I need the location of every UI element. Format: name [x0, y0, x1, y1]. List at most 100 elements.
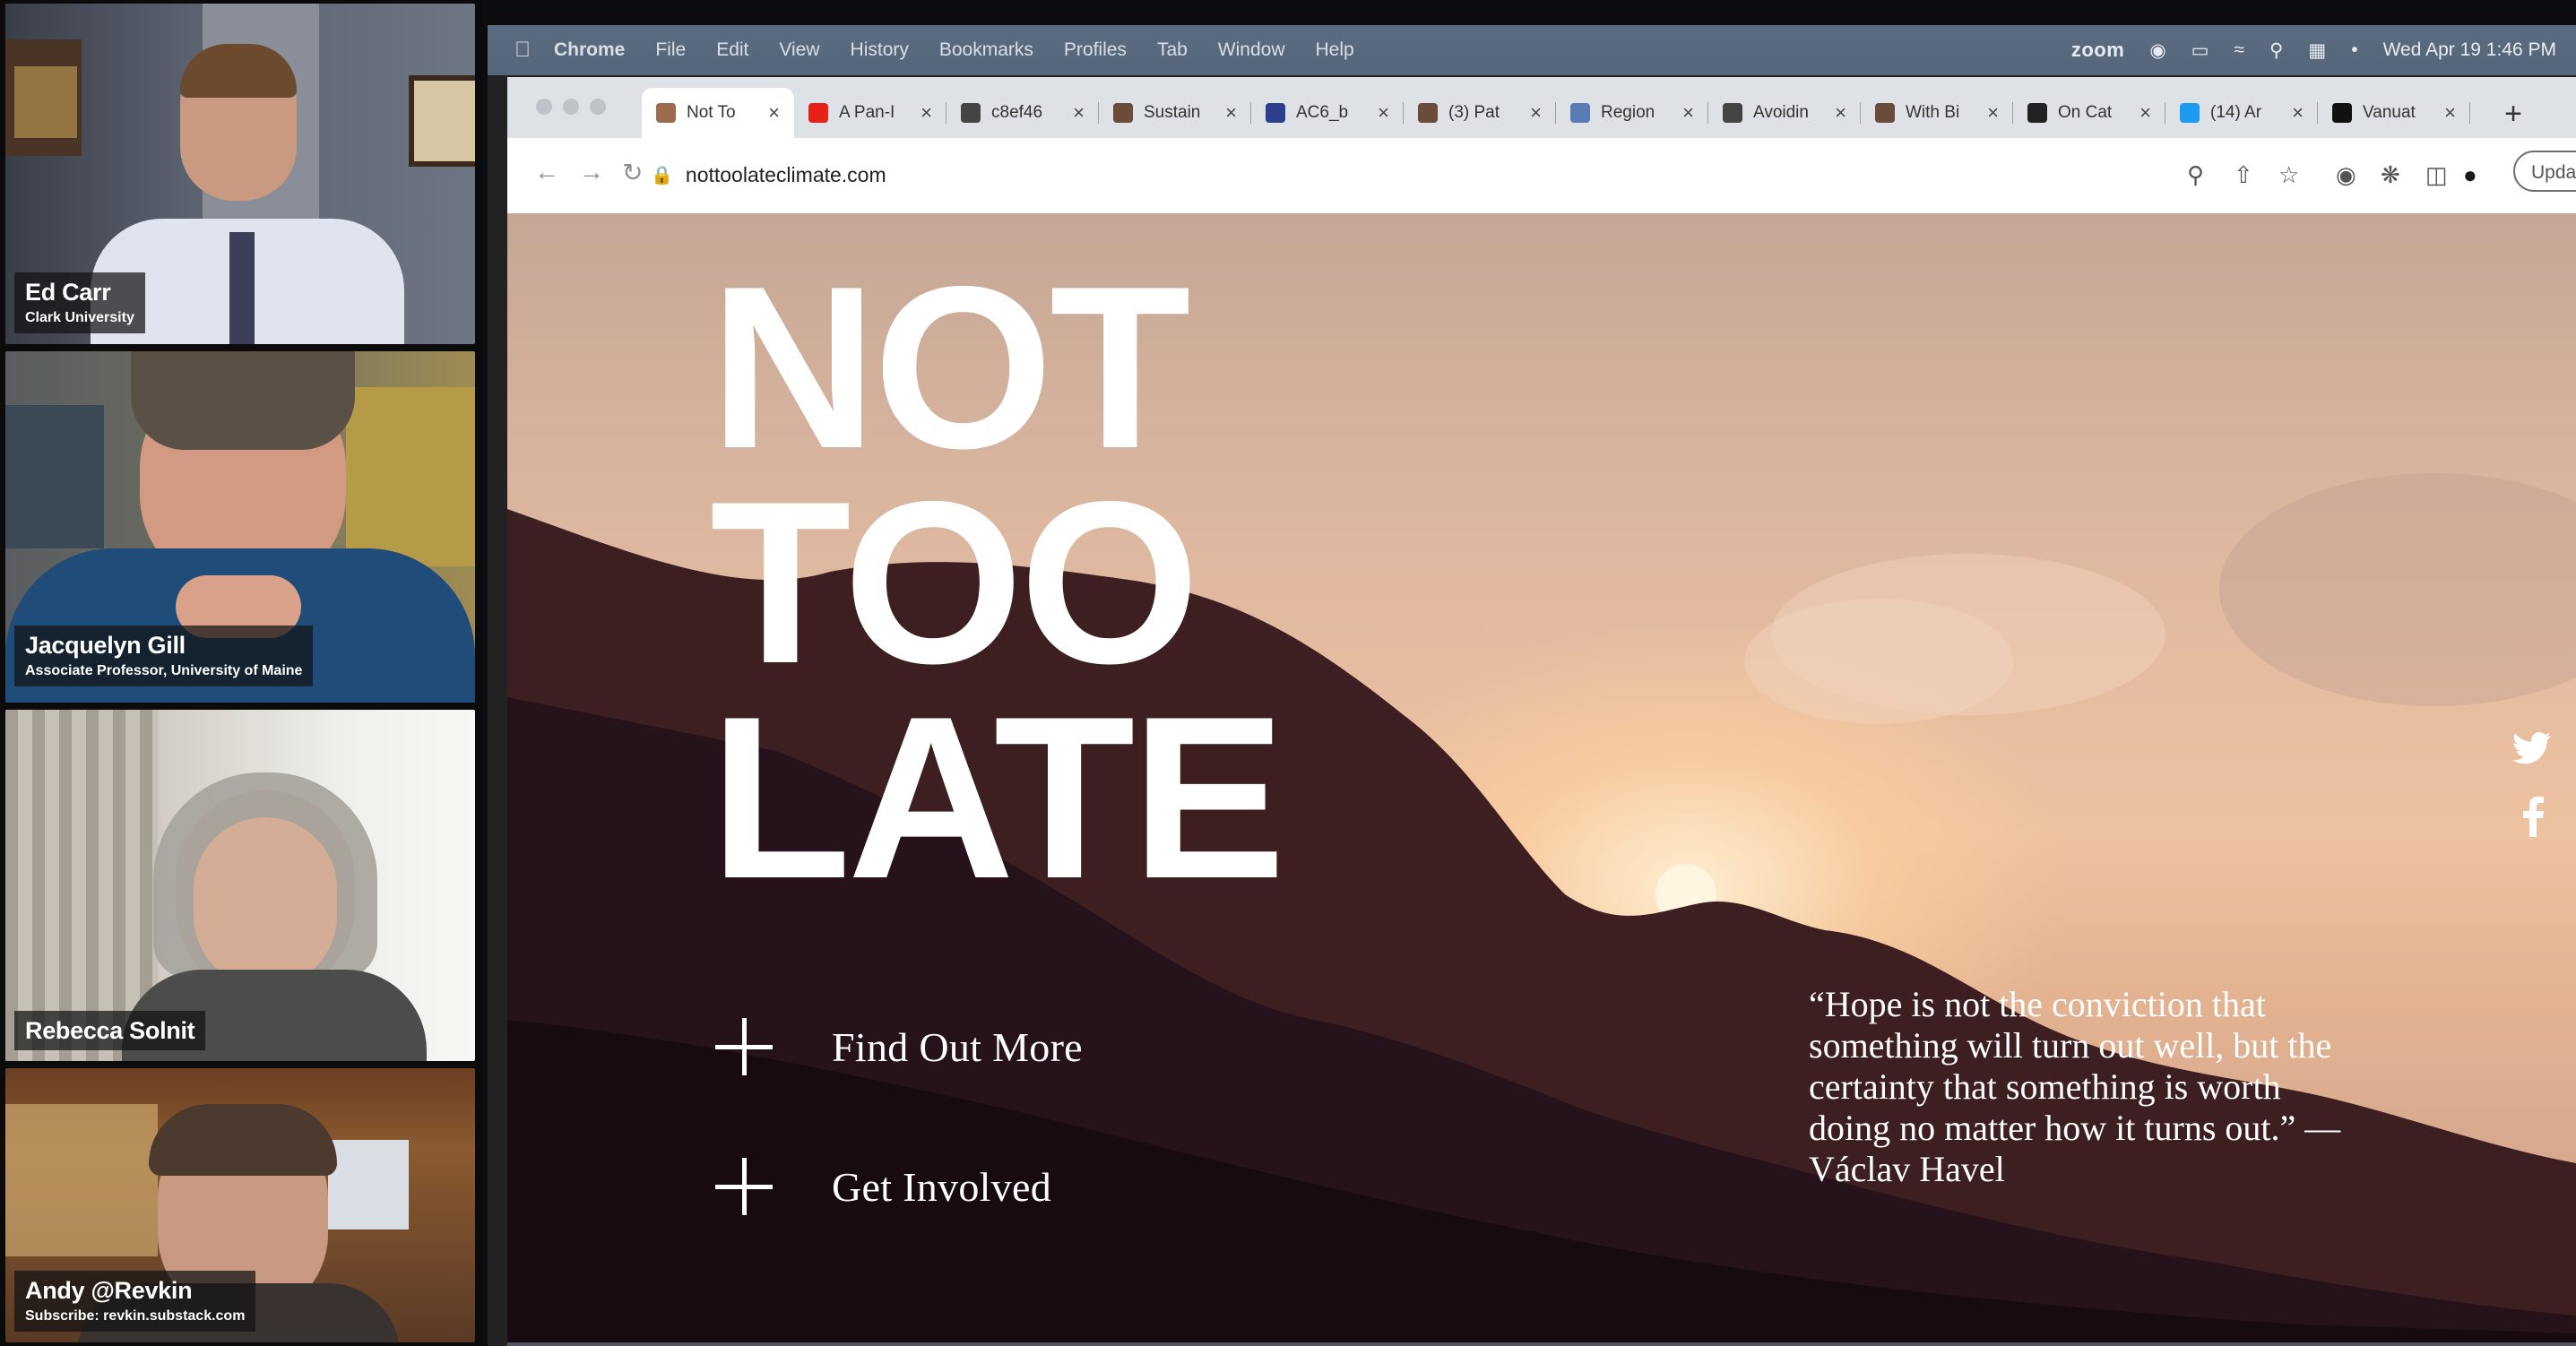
- participant-name-tag: Rebecca Solnit: [14, 1011, 206, 1050]
- minimize-window-icon[interactable]: [563, 99, 579, 115]
- address-bar[interactable]: 🔒 nottoolateclimate.com: [651, 151, 2354, 199]
- mac-dock: [507, 1342, 2576, 1346]
- share-icon[interactable]: ⇧: [2234, 161, 2253, 189]
- participant-affiliation: Associate Professor, University of Maine: [25, 663, 303, 678]
- mac-menu-bar:  Chrome File Edit View History Bookmark…: [488, 25, 2576, 75]
- address-url[interactable]: nottoolateclimate.com: [686, 163, 886, 187]
- tab-close-icon[interactable]: ×: [1225, 101, 1237, 125]
- get-involved-link[interactable]: Get Involved: [715, 1158, 1051, 1215]
- menu-bookmarks[interactable]: Bookmarks: [939, 39, 1033, 61]
- menu-bar-status: zoom ◉ ▭ ≈ ⚲ ▦ • Wed Apr 19 1:46 PM: [2071, 25, 2556, 75]
- update-button[interactable]: Updat: [2513, 151, 2576, 192]
- record-icon[interactable]: ◉: [2149, 39, 2165, 62]
- tab-close-icon[interactable]: ×: [1378, 101, 1389, 125]
- tab-favicon-icon: [961, 103, 981, 123]
- tab-favicon-icon: [1570, 103, 1590, 123]
- close-window-icon[interactable]: [536, 99, 552, 115]
- participant-name: Ed Carr: [25, 279, 111, 306]
- browser-tab[interactable]: AC6_b ×: [1251, 88, 1404, 138]
- menu-file[interactable]: File: [655, 39, 686, 61]
- tab-close-icon[interactable]: ×: [1835, 101, 1846, 125]
- tab-favicon-icon: [1418, 103, 1438, 123]
- menu-tab[interactable]: Tab: [1157, 39, 1188, 61]
- tab-favicon-icon: [1875, 103, 1895, 123]
- lock-icon[interactable]: 🔒: [651, 164, 673, 186]
- browser-tab[interactable]: A Pan-I ×: [794, 88, 947, 138]
- browser-tab[interactable]: With Bi ×: [1861, 88, 2013, 138]
- apple-menu-icon[interactable]: : [514, 38, 531, 63]
- tab-title: (3) Pat: [1448, 103, 1500, 122]
- tab-close-icon[interactable]: ×: [2139, 101, 2151, 125]
- menu-bar-clock[interactable]: Wed Apr 19 1:46 PM: [2383, 39, 2556, 61]
- hero-line-not: NOT: [710, 237, 1191, 496]
- browser-tab[interactable]: Vanuat ×: [2318, 88, 2470, 138]
- search-icon[interactable]: ⚲: [2269, 39, 2283, 62]
- zoom-status-label[interactable]: zoom: [2071, 39, 2124, 62]
- tab-favicon-icon: [2027, 103, 2047, 123]
- tab-close-icon[interactable]: ×: [1530, 101, 1542, 125]
- menu-window[interactable]: Window: [1218, 39, 1285, 61]
- participant-name-tag: Jacquelyn Gill Associate Professor, Univ…: [14, 626, 314, 686]
- twitter-icon[interactable]: [2511, 731, 2553, 767]
- participant-name: Rebecca Solnit: [25, 1017, 195, 1044]
- tab-close-icon[interactable]: ×: [921, 101, 932, 125]
- browser-tab[interactable]: Sustain ×: [1099, 88, 1251, 138]
- tab-strip: Not To × A Pan-I × c8ef46 × Sustain × AC6_b × (3) …: [507, 77, 2576, 138]
- participant-tile[interactable]: Andy @Revkin Subscribe: revkin.substack.…: [5, 1068, 475, 1342]
- back-icon[interactable]: ←: [534, 158, 559, 186]
- profile-avatar-icon[interactable]: ●: [2463, 161, 2477, 189]
- browser-tab[interactable]: (14) Ar ×: [2165, 88, 2318, 138]
- new-tab-icon[interactable]: +: [2504, 97, 2522, 132]
- notification-dot-icon[interactable]: •: [2351, 39, 2357, 61]
- puzzle-extensions-icon[interactable]: ❋: [2381, 161, 2400, 189]
- participant-name: Jacquelyn Gill: [25, 632, 186, 659]
- participant-tile[interactable]: Rebecca Solnit: [5, 710, 475, 1061]
- browser-tab[interactable]: Not To ×: [642, 88, 794, 138]
- bookmark-star-icon[interactable]: ☆: [2278, 161, 2299, 189]
- wifi-icon[interactable]: ≈: [2234, 39, 2244, 61]
- control-center-icon[interactable]: ▦: [2308, 39, 2326, 62]
- tab-title: Sustain: [1144, 103, 1201, 122]
- plus-icon: [715, 1018, 773, 1075]
- tab-close-icon[interactable]: ×: [1987, 101, 1999, 125]
- tab-favicon-icon: [656, 103, 676, 123]
- menu-edit[interactable]: Edit: [716, 39, 748, 61]
- tab-close-icon[interactable]: ×: [1073, 101, 1085, 125]
- tab-close-icon[interactable]: ×: [2444, 101, 2456, 125]
- browser-tab[interactable]: Avoidin ×: [1708, 88, 1861, 138]
- find-out-more-link[interactable]: Find Out More: [715, 1018, 1083, 1075]
- tab-title: Avoidin: [1753, 103, 1809, 122]
- facebook-icon[interactable]: [2520, 796, 2546, 837]
- tab-close-icon[interactable]: ×: [768, 101, 780, 125]
- tab-favicon-icon: [1266, 103, 1285, 123]
- menu-help[interactable]: Help: [1316, 39, 1354, 61]
- browser-tab[interactable]: (3) Pat ×: [1404, 88, 1556, 138]
- participant-name: Andy @Revkin: [25, 1277, 193, 1304]
- participant-tile[interactable]: Ed Carr Clark University: [5, 4, 475, 344]
- participant-tile[interactable]: Jacquelyn Gill Associate Professor, Univ…: [5, 351, 475, 703]
- cloud: [1744, 599, 2013, 724]
- menu-history[interactable]: History: [851, 39, 909, 61]
- forward-icon[interactable]: →: [579, 158, 604, 186]
- menu-view[interactable]: View: [779, 39, 819, 61]
- browser-tab[interactable]: On Cat ×: [2013, 88, 2165, 138]
- browser-tab[interactable]: c8ef46 ×: [947, 88, 1099, 138]
- battery-icon[interactable]: ▭: [2191, 39, 2209, 62]
- participant-name-tag: Andy @Revkin Subscribe: revkin.substack.…: [14, 1271, 256, 1332]
- tab-favicon-icon: [1113, 103, 1133, 123]
- tab-title: AC6_b: [1296, 103, 1349, 122]
- tab-close-icon[interactable]: ×: [2292, 101, 2304, 125]
- menu-profiles[interactable]: Profiles: [1064, 39, 1127, 61]
- tab-title: Region: [1601, 103, 1655, 122]
- hero-line-too: TOO: [710, 453, 1199, 712]
- tab-title: Vanuat: [2363, 103, 2416, 122]
- reload-icon[interactable]: ↻: [622, 158, 643, 187]
- menu-app-name[interactable]: Chrome: [554, 39, 625, 61]
- zoom-lens-icon[interactable]: ⚲: [2187, 161, 2204, 189]
- extension-icon[interactable]: ◉: [2336, 161, 2356, 189]
- side-panel-icon[interactable]: ◫: [2425, 161, 2448, 189]
- browser-tab[interactable]: Region ×: [1556, 88, 1708, 138]
- tab-close-icon[interactable]: ×: [1682, 101, 1694, 125]
- zoom-window-icon[interactable]: [590, 99, 606, 115]
- shared-screen:  Chrome File Edit View History Bookmark…: [488, 25, 2576, 1346]
